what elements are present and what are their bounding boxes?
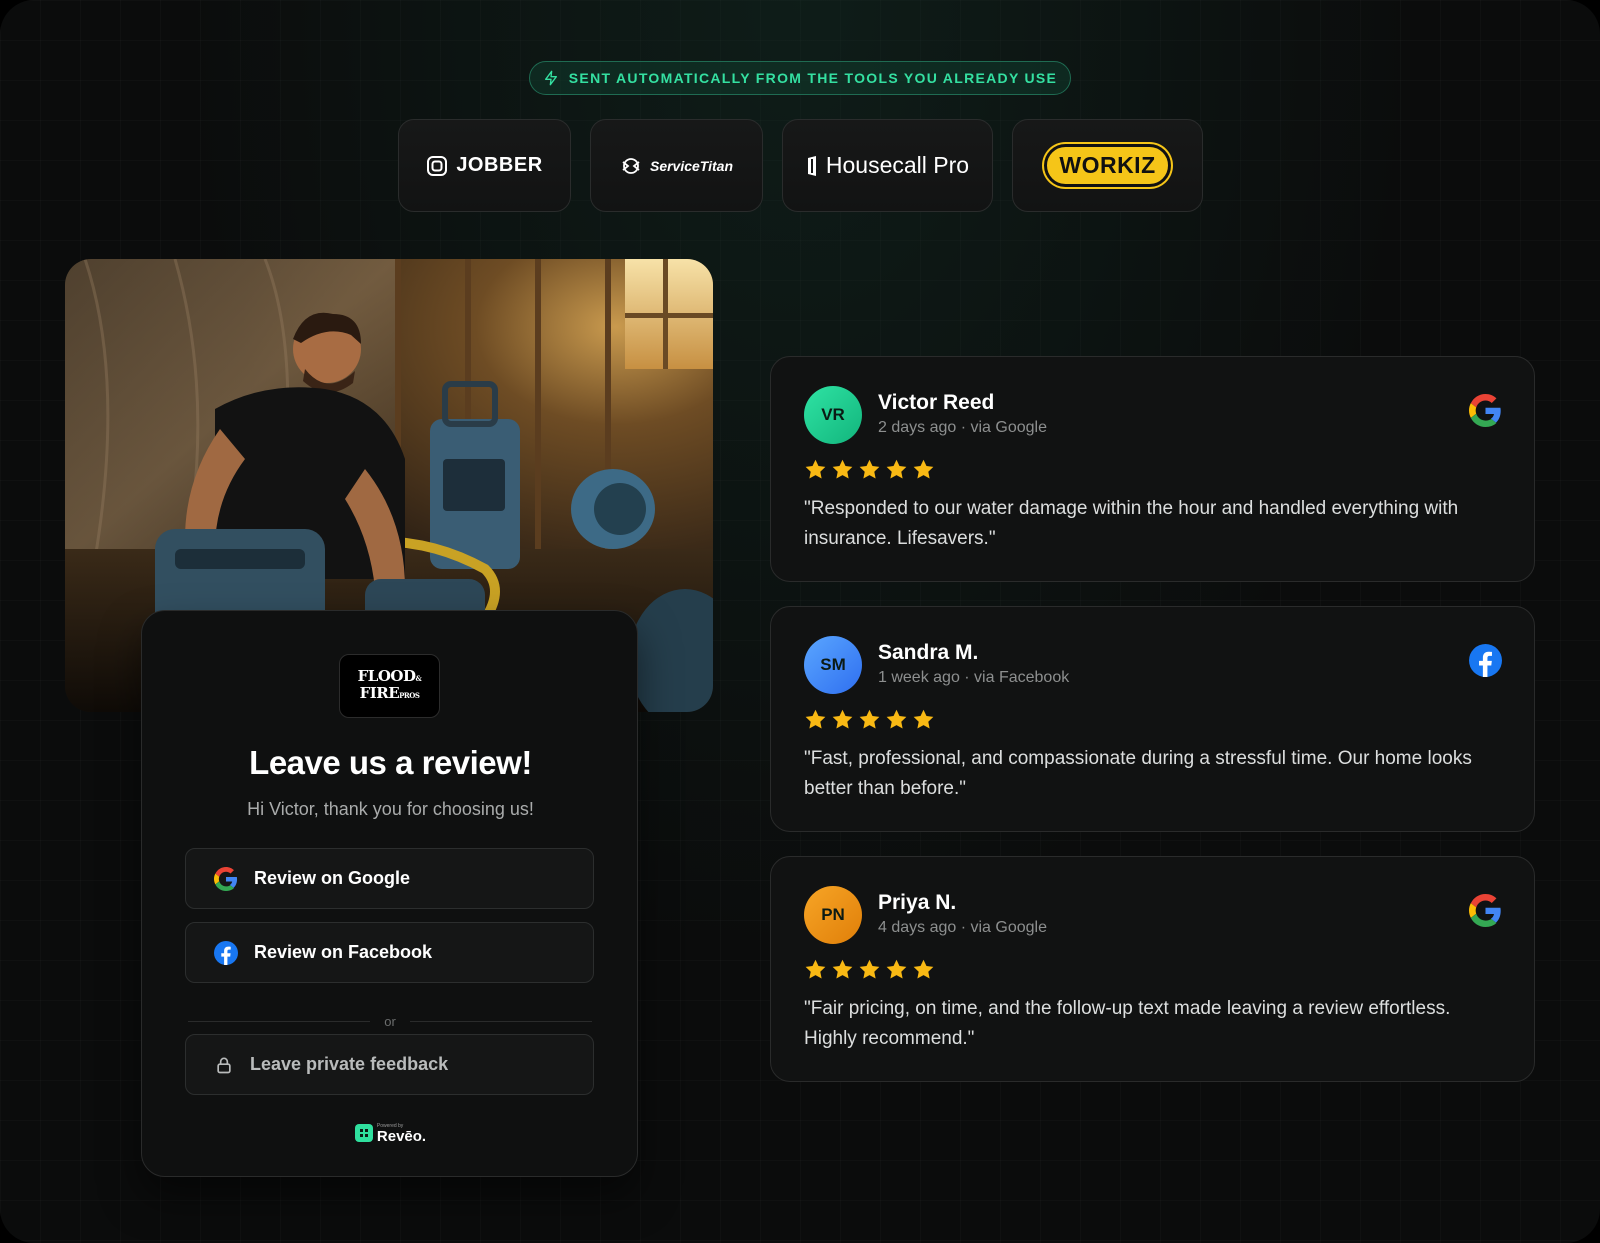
- google-icon: [1469, 394, 1502, 427]
- housecallpro-logo-text: Housecall Pro: [825, 152, 970, 178]
- workiz-logo-card: WORKIZ: [1012, 119, 1203, 212]
- reveo-name: Revēo.: [376, 1128, 427, 1145]
- review-quote: "Fair pricing, on time, and the follow-u…: [804, 998, 1451, 1049]
- workiz-logo-text: WORKIZ: [1044, 144, 1171, 187]
- powered-by-reveo: Powered by Revēo.: [142, 1122, 639, 1144]
- avatar-initials: VR: [821, 405, 845, 424]
- servicetitan-icon: [622, 157, 640, 174]
- star-icon: [859, 709, 880, 729]
- servicetitan-logo-card: ServiceTitan: [590, 119, 763, 212]
- google-icon: [214, 866, 238, 891]
- brand-logo-line2: FIRE: [359, 684, 400, 702]
- or-divider: or: [188, 1011, 592, 1031]
- star-icon: [805, 959, 826, 979]
- star-icon: [913, 459, 934, 479]
- avatar: SM: [804, 636, 862, 694]
- star-rating: [804, 708, 935, 731]
- reviewer-name: Sandra M.: [878, 641, 979, 664]
- star-icon: [832, 459, 853, 479]
- leave-private-feedback-label: Leave private feedback: [250, 1054, 449, 1074]
- review-card: VR Victor Reed 2 days ago · via Google "…: [770, 356, 1535, 582]
- avatar: VR: [804, 386, 862, 444]
- brand-logo-line1: FLOOD: [357, 667, 416, 685]
- banner-text: SENT AUTOMATICALLY FROM THE TOOLS YOU AL…: [568, 70, 1058, 86]
- housecallpro-logo-card: Housecall Pro: [782, 119, 993, 212]
- facebook-icon: [214, 940, 238, 965]
- servicetitan-logo-text: ServiceTitan: [649, 157, 733, 174]
- flood-fire-pros-logo: FLOOD& FIREPROS: [339, 654, 440, 718]
- review-meta: 1 week ago · via Facebook: [878, 669, 1070, 686]
- review-request-title: Leave us a review!: [249, 744, 532, 781]
- integrations-banner: SENT AUTOMATICALLY FROM THE TOOLS YOU AL…: [529, 61, 1071, 95]
- review-meta: 4 days ago · via Google: [878, 919, 1047, 936]
- star-icon: [832, 959, 853, 979]
- star-icon: [913, 709, 934, 729]
- leave-private-feedback-button[interactable]: Leave private feedback: [185, 1034, 594, 1095]
- review-on-facebook-label: Review on Facebook: [254, 942, 433, 962]
- review-card: PN Priya N. 4 days ago · via Google "Fai…: [770, 856, 1535, 1082]
- lightning-icon: [544, 70, 557, 86]
- avatar-initials: PN: [821, 905, 845, 924]
- star-icon: [805, 709, 826, 729]
- divider-text: or: [384, 1013, 396, 1029]
- star-icon: [805, 459, 826, 479]
- star-rating: [804, 958, 935, 981]
- star-icon: [886, 709, 907, 729]
- integration-logos: JOBBER ServiceTitan Housecall Pro WORKIZ: [0, 119, 1600, 212]
- reviewer-name: Victor Reed: [878, 391, 995, 414]
- review-card: SM Sandra M. 1 week ago · via Facebook "…: [770, 606, 1535, 832]
- star-icon: [913, 959, 934, 979]
- star-rating: [804, 458, 935, 481]
- star-icon: [886, 459, 907, 479]
- review-request-card: FLOOD& FIREPROS Leave us a review! Hi Vi…: [141, 610, 638, 1177]
- avatar: PN: [804, 886, 862, 944]
- reviewer-name: Priya N.: [878, 891, 957, 914]
- review-request-subtitle: Hi Victor, thank you for choosing us!: [247, 799, 534, 819]
- brand-logo-amp: &: [415, 674, 422, 683]
- housecallpro-icon: [807, 155, 816, 176]
- google-icon: [1469, 894, 1502, 927]
- avatar-initials: SM: [820, 655, 846, 674]
- review-on-facebook-button[interactable]: Review on Facebook: [185, 922, 594, 983]
- facebook-icon: [1469, 644, 1502, 677]
- star-icon: [859, 959, 880, 979]
- star-icon: [832, 709, 853, 729]
- star-icon: [859, 459, 880, 479]
- jobber-logo-text: JOBBER: [456, 154, 543, 176]
- brand-logo-small: PROS: [399, 691, 420, 700]
- star-icon: [886, 959, 907, 979]
- lock-icon: [217, 1057, 231, 1073]
- jobber-icon: [427, 155, 448, 176]
- page-frame: SENT AUTOMATICALLY FROM THE TOOLS YOU AL…: [0, 0, 1600, 1243]
- reveo-logo-icon: [354, 1124, 373, 1142]
- jobber-logo-card: JOBBER: [398, 119, 571, 212]
- review-on-google-label: Review on Google: [254, 868, 411, 888]
- review-meta: 2 days ago · via Google: [878, 419, 1047, 436]
- review-quote: "Fast, professional, and compassionate d…: [804, 748, 1472, 799]
- review-quote: "Responded to our water damage within th…: [804, 498, 1459, 549]
- review-on-google-button[interactable]: Review on Google: [185, 848, 594, 909]
